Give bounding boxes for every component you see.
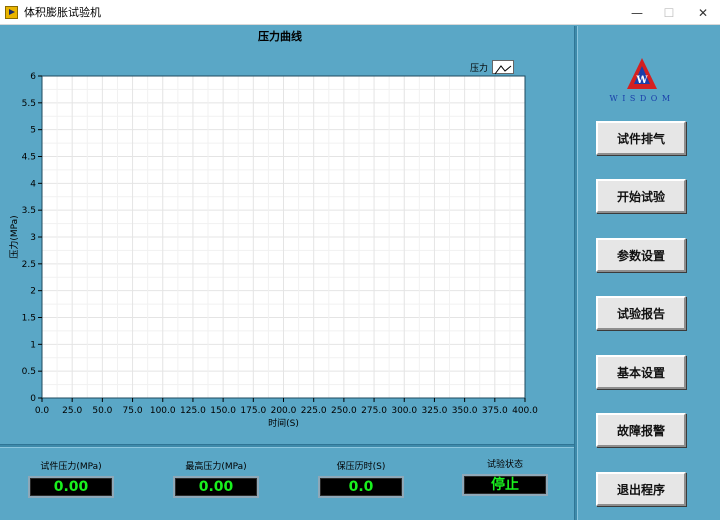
x-tick-label: 25.0 [62,406,82,416]
indicator-label: 保压历时(S) [336,462,386,472]
x-tick-label: 275.0 [361,406,387,416]
y-tick-label: 3.5 [22,206,36,216]
indicator-value: 0.00 [173,476,259,498]
logo-mark: W [635,75,648,86]
start-test-button[interactable]: 开始试验 [596,179,686,213]
y-axis-label: 压力(MPa) [8,215,20,258]
pressure-chart: 0 0.5 1 1.5 2 2.5 3 3.5 4 4.5 5 5.5 6 0.0 25.0 50.0 75.0… [8,72,538,429]
indicator-label: 最高压力(MPa) [185,462,247,472]
x-tick-label: 250.0 [331,406,357,416]
x-tick-label: 100.0 [150,406,176,416]
exit-program-button[interactable]: 退出程序 [596,472,686,506]
x-tick-label: 0.0 [35,406,50,416]
close-button[interactable]: ✕ [686,0,720,25]
hold-duration-indicator: 保压历时(S) 0.0 [316,460,406,498]
parameter-settings-button[interactable]: 参数设置 [596,238,686,272]
minimize-button[interactable]: — [620,0,654,25]
y-tick-label: 3 [30,233,36,243]
y-tick-label: 6 [30,72,36,82]
maximize-button[interactable]: ☐ [652,0,686,25]
y-tick-label: 4.5 [22,153,36,163]
test-report-button[interactable]: 试验报告 [596,296,686,330]
x-tick-label: 75.0 [123,406,143,416]
x-tick-label: 150.0 [210,406,236,416]
x-tick-label: 375.0 [482,406,508,416]
x-tick-label: 225.0 [301,406,327,416]
test-status-indicator: 试验状态 停止 [460,458,550,496]
x-tick-label: 200.0 [271,406,297,416]
basic-settings-button[interactable]: 基本设置 [596,355,686,389]
x-tick-label: 350.0 [452,406,478,416]
y-tick-label: 2 [30,287,36,297]
x-tick-label: 175.0 [240,406,266,416]
fault-alarm-button[interactable]: 故障报警 [596,413,686,447]
x-tick-label: 125.0 [180,406,206,416]
indicator-value: 0.00 [28,476,114,498]
x-tick-label: 50.0 [92,406,112,416]
y-tick-label: 0 [30,394,36,404]
x-tick-label: 400.0 [512,406,538,416]
specimen-pressure-indicator: 试件压力(MPa) 0.00 [26,460,116,498]
y-tick-label: 2.5 [22,260,36,270]
indicator-label: 试验状态 [486,460,523,470]
x-tick-label: 325.0 [422,406,448,416]
y-tick-label: 1 [30,340,36,350]
y-tick-label: 0.5 [22,367,36,377]
indicator-value: 停止 [462,474,548,496]
indicator-value: 0.0 [318,476,404,498]
y-tick-label: 1.5 [22,314,36,324]
x-tick-label: 300.0 [391,406,417,416]
y-tick-label: 5 [30,126,36,136]
x-axis-label: 时间(S) [268,417,299,429]
logo-text: WISDOM [609,94,675,103]
max-pressure-indicator: 最高压力(MPa) 0.00 [171,460,261,498]
bottom-divider [0,444,574,448]
indicator-label: 试件压力(MPa) [40,462,102,472]
sidebar-divider [574,26,578,520]
y-tick-label: 4 [30,179,36,189]
vent-specimen-button[interactable]: 试件排气 [596,121,686,155]
y-tick-label: 5.5 [22,99,36,109]
